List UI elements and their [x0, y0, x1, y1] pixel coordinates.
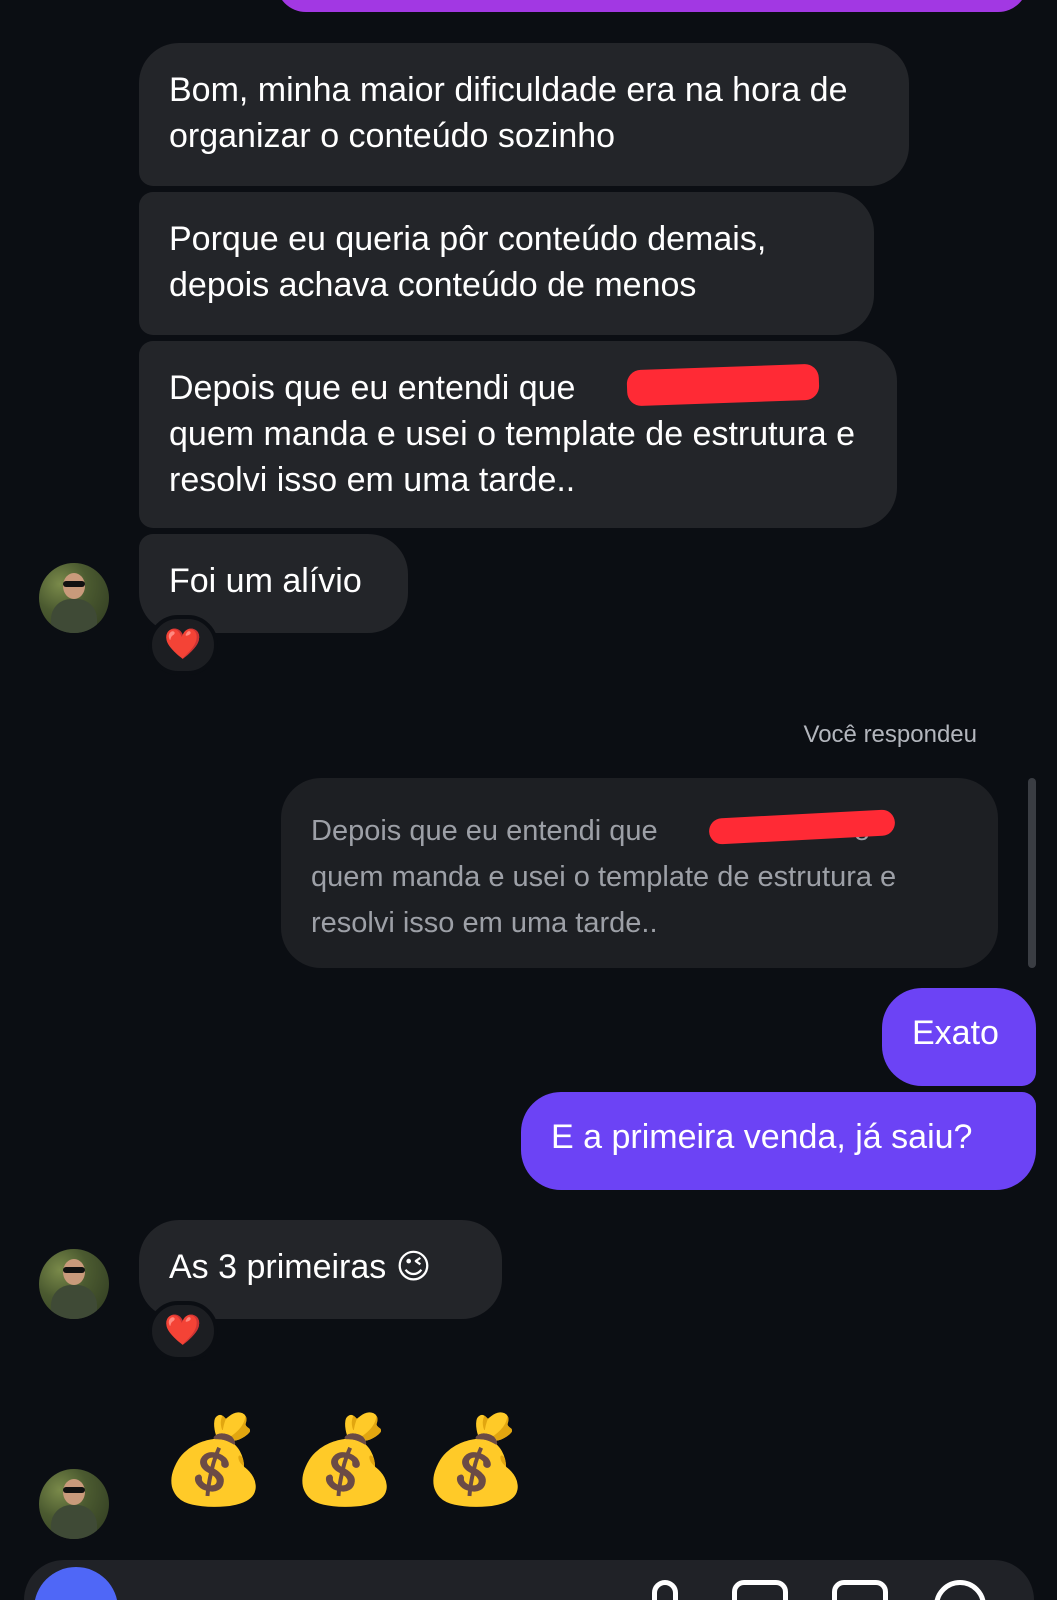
replied-label: Você respondeu: [803, 721, 977, 748]
incoming-message-1-text: Bom, minha maior dificuldade era na hora…: [169, 71, 848, 155]
contact-avatar[interactable]: [39, 1249, 109, 1319]
sticker-icon[interactable]: [832, 1580, 888, 1600]
outgoing-message-2-text: E a primeira venda, já saiu?: [551, 1118, 973, 1156]
incoming-message-4-text: Foi um alívio: [169, 562, 362, 600]
chat-screen: Bom, minha maior dificuldade era na hora…: [0, 0, 1057, 1600]
quote-indicator-bar: [1028, 778, 1036, 968]
money-bag-emoji-message[interactable]: 💰 💰 💰: [160, 1410, 529, 1510]
previous-outgoing-bubble[interactable]: [276, 0, 1028, 12]
incoming-message-3[interactable]: Depois que eu entendi que é quem manda e…: [139, 341, 897, 528]
outgoing-message-1[interactable]: Exato: [882, 988, 1036, 1086]
microphone-icon[interactable]: [652, 1580, 678, 1600]
outgoing-message-1-text: Exato: [912, 1014, 999, 1052]
contact-avatar[interactable]: [39, 1469, 109, 1539]
quoted-message-prefix: Depois que eu entendi que: [311, 815, 658, 847]
heart-reaction[interactable]: ❤️: [148, 1301, 218, 1361]
gallery-icon[interactable]: [732, 1580, 788, 1600]
incoming-message-3-rest: quem manda e usei o template de estrutur…: [169, 415, 856, 499]
heart-icon: ❤️: [164, 628, 202, 661]
incoming-message-5-text: As 3 primeiras 😉: [169, 1248, 432, 1286]
incoming-message-1[interactable]: Bom, minha maior dificuldade era na hora…: [139, 43, 909, 186]
quoted-message[interactable]: Depois que eu entendi queé quem manda e …: [281, 778, 998, 968]
heart-icon: ❤️: [164, 1314, 202, 1347]
heart-reaction[interactable]: ❤️: [148, 615, 218, 675]
incoming-message-3-prefix: Depois que eu entendi que: [169, 369, 585, 407]
quoted-message-rest: quem manda e usei o template de estrutur…: [311, 861, 897, 939]
incoming-message-2[interactable]: Porque eu queria pôr conteúdo demais, de…: [139, 192, 874, 335]
outgoing-message-2[interactable]: E a primeira venda, já saiu?: [521, 1092, 1036, 1190]
redaction-mark: [626, 363, 820, 407]
incoming-message-2-text: Porque eu queria pôr conteúdo demais, de…: [169, 220, 767, 304]
contact-avatar[interactable]: [39, 563, 109, 633]
